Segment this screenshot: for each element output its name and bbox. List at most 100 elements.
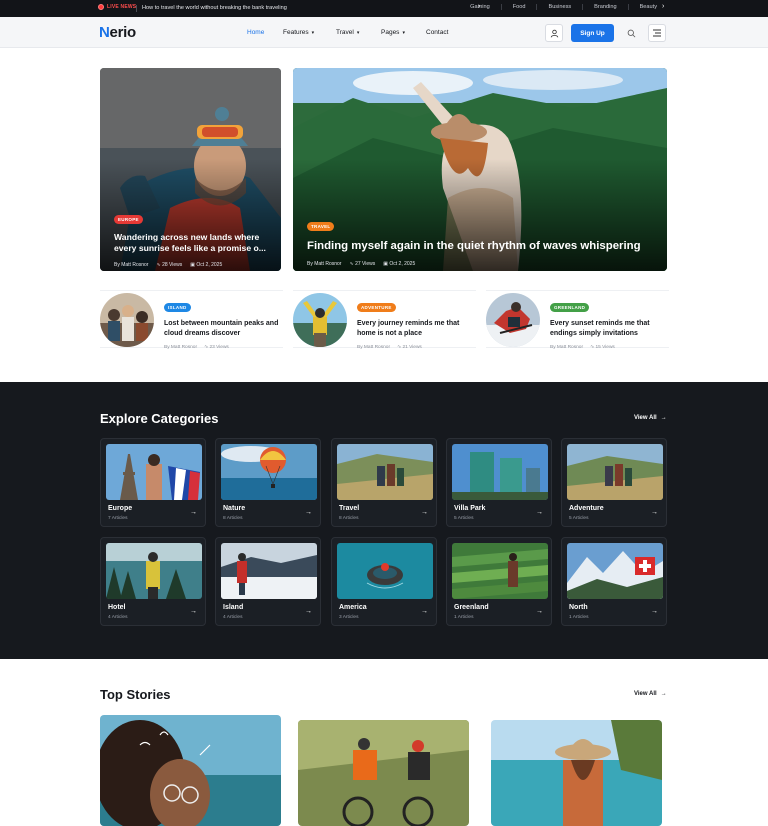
ticker-next-icon[interactable]: › [662, 3, 664, 10]
mini-post-title[interactable]: Lost between mountain peaks and cloud dr… [164, 319, 284, 339]
arrow-right-icon[interactable]: → [651, 509, 658, 516]
mini-post-thumbnail[interactable] [100, 293, 154, 347]
sign-up-button[interactable]: Sign Up [571, 24, 614, 42]
top-link-branding[interactable]: Branding [582, 4, 627, 10]
category-card-europe[interactable]: Europe 7 Articles → [100, 438, 206, 527]
category-thumbnail [567, 543, 663, 599]
category-count: 4 Articles [108, 615, 128, 620]
category-card-greenland[interactable]: Greenland 1 Articles → [446, 537, 552, 626]
mini-post-title[interactable]: Every sunset reminds me that endings sim… [550, 319, 660, 339]
nav-item-features[interactable]: Features ▾ [283, 29, 314, 36]
category-card-travel[interactable]: Travel 8 Articles → [331, 438, 437, 527]
mini-post-title[interactable]: Every journey reminds me that home is no… [357, 319, 467, 339]
category-name: North [569, 604, 588, 611]
category-count: 5 Articles [569, 516, 589, 521]
category-card-hotel[interactable]: Hotel 4 Articles → [100, 537, 206, 626]
arrow-right-icon[interactable]: → [536, 509, 543, 516]
post-views: ∿ 27 Views [349, 260, 376, 267]
category-name: Europe [108, 505, 133, 512]
post-author[interactable]: By Matt Rosnor [357, 345, 390, 350]
arrow-right-icon[interactable]: → [305, 509, 312, 516]
category-thumbnail [106, 444, 202, 500]
post-author[interactable]: By Matt Rosnor [114, 262, 148, 268]
search-button[interactable] [624, 26, 638, 40]
view-all-categories-link[interactable]: View All → [634, 415, 667, 421]
chevron-down-icon: ▾ [402, 30, 405, 36]
category-card-nature[interactable]: Nature 8 Articles → [215, 438, 321, 527]
category-thumbnail [452, 444, 548, 500]
user-account-button[interactable] [545, 24, 563, 42]
category-badge[interactable]: GREENLAND [550, 303, 590, 312]
mini-post-island[interactable]: ISLAND Lost between mountain peaks and c… [100, 290, 284, 350]
category-card-island[interactable]: Island 4 Articles → [215, 537, 321, 626]
arrow-right-icon: → [660, 691, 667, 697]
menu-toggle-button[interactable] [648, 24, 666, 42]
category-name: Villa Park [454, 505, 486, 512]
category-card-north[interactable]: North 1 Articles → [561, 537, 667, 626]
post-meta: By Matt Rosnor ∿ 23 Views [164, 345, 284, 350]
hero-left-caption: EUROPE Wandering across new lands where … [114, 208, 274, 268]
villa-park-image [452, 444, 548, 500]
arrow-right-icon[interactable]: → [190, 509, 197, 516]
category-thumbnail [567, 444, 663, 500]
mini-post-adventure[interactable]: ADVENTURE Every journey reminds me that … [293, 290, 476, 350]
main-navigation: Nerio Home Features ▾ Travel ▾ Pages ▾ Cont… [0, 17, 768, 48]
category-badge[interactable]: EUROPE [114, 215, 143, 224]
hero-post-travel[interactable]: TRAVEL Finding myself again in the quiet… [293, 68, 667, 271]
post-author[interactable]: By Matt Rosnor [164, 345, 197, 350]
arrow-right-icon[interactable]: → [190, 608, 197, 615]
top-category-links: Gaming Food Business Branding Beauty [459, 4, 668, 10]
arrow-right-icon[interactable]: → [305, 608, 312, 615]
story-image-portrait [100, 715, 281, 826]
hero-right-title[interactable]: Finding myself again in the quiet rhythm… [307, 239, 647, 254]
category-count: 1 Articles [569, 615, 589, 620]
nature-image [221, 444, 317, 500]
america-image [337, 543, 433, 599]
mini-post-thumbnail[interactable] [293, 293, 347, 347]
nav-item-contact[interactable]: Contact [426, 29, 448, 36]
site-logo[interactable]: Nerio [99, 24, 136, 41]
category-badge[interactable]: ISLAND [164, 303, 191, 312]
top-link-food[interactable]: Food [500, 4, 537, 10]
mini-post-thumbnail[interactable] [486, 293, 540, 347]
nav-item-travel[interactable]: Travel ▾ [336, 29, 359, 36]
thumbnail-skier-photo [486, 293, 540, 347]
story-image-coast [491, 720, 662, 826]
category-card-adventure[interactable]: Adventure 5 Articles → [561, 438, 667, 527]
hero-post-europe[interactable]: EUROPE Wandering across new lands where … [100, 68, 281, 271]
activity-icon: ∿ [204, 344, 209, 350]
post-meta: By Matt Rosnor ∿ 21 Views [357, 345, 467, 350]
search-icon [627, 29, 635, 37]
activity-icon: ∿ [156, 262, 161, 269]
top-link-gaming[interactable]: Gaming [459, 4, 501, 10]
thumbnail-hiker-photo [293, 293, 347, 347]
adventure-image [567, 444, 663, 500]
arrow-right-icon[interactable]: → [536, 608, 543, 615]
category-badge[interactable]: TRAVEL [307, 222, 335, 231]
nav-item-home[interactable]: Home [247, 29, 264, 36]
category-thumbnail [337, 543, 433, 599]
category-name: Nature [223, 505, 246, 512]
category-card-villa-park[interactable]: Villa Park 5 Articles → [446, 438, 552, 527]
post-views: ∿ 15 Views [590, 344, 615, 350]
post-author[interactable]: By Matt Rosnor [307, 261, 341, 267]
top-link-business[interactable]: Business [536, 4, 582, 10]
post-author[interactable]: By Matt Rosnor [550, 345, 583, 350]
category-name: Adventure [569, 505, 604, 512]
category-card-america[interactable]: America 3 Articles → [331, 537, 437, 626]
arrow-right-icon[interactable]: → [421, 509, 428, 516]
story-card-1[interactable] [100, 715, 281, 826]
arrow-right-icon[interactable]: → [651, 608, 658, 615]
arrow-right-icon[interactable]: → [421, 608, 428, 615]
story-card-3[interactable] [491, 720, 662, 826]
story-card-2[interactable] [298, 720, 469, 826]
hero-left-title[interactable]: Wandering across new lands where every s… [114, 232, 274, 254]
nav-item-pages[interactable]: Pages ▾ [381, 29, 405, 36]
top-news-bar: LIVE NEWS How to travel the world withou… [0, 0, 768, 17]
category-thumbnail [452, 543, 548, 599]
news-ticker[interactable]: How to travel the world without breaking… [142, 5, 287, 11]
view-all-stories-link[interactable]: View All → [634, 691, 667, 697]
story-image-cyclists [298, 720, 469, 826]
mini-post-greenland[interactable]: GREENLAND Every sunset reminds me that e… [486, 290, 669, 350]
category-badge[interactable]: ADVENTURE [357, 303, 396, 312]
